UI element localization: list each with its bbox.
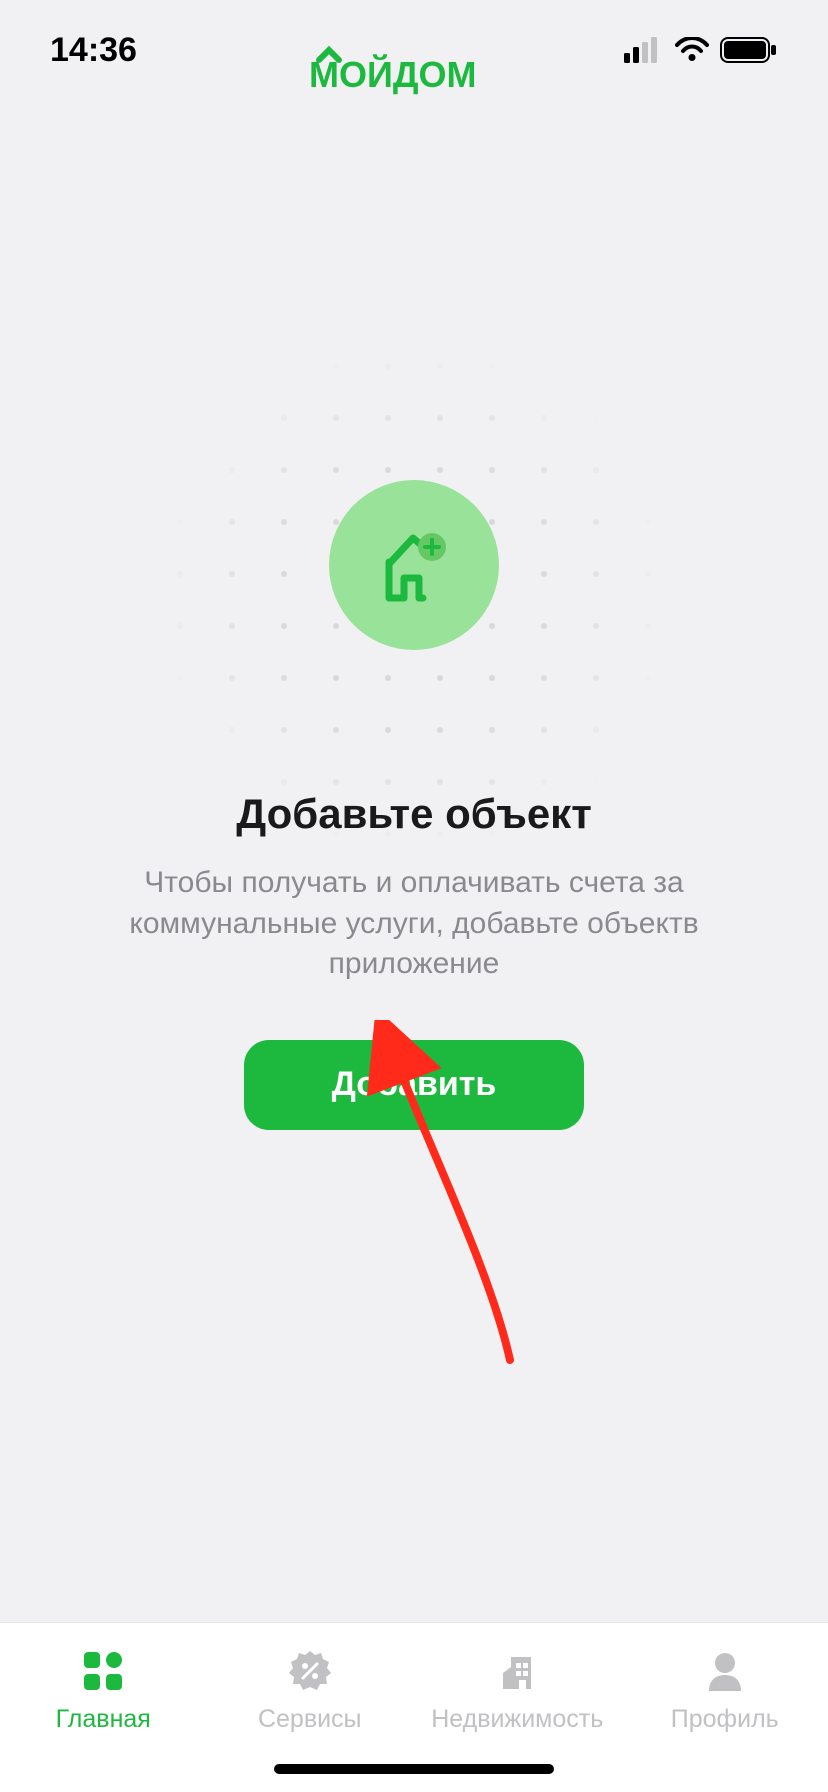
building-icon	[491, 1645, 543, 1697]
add-object-illustration	[329, 480, 499, 650]
tab-property[interactable]: Недвижимость	[431, 1645, 603, 1734]
status-time: 14:36	[50, 31, 137, 70]
main-content: Добавьте объект Чтобы получать и оплачив…	[0, 100, 828, 1130]
tab-profile[interactable]: Профиль	[640, 1645, 810, 1734]
tab-label: Сервисы	[258, 1705, 362, 1734]
discount-badge-icon	[284, 1645, 336, 1697]
grid-icon	[77, 1645, 129, 1697]
wifi-icon	[674, 37, 710, 63]
tab-label: Недвижимость	[431, 1705, 603, 1734]
tab-services[interactable]: Сервисы	[225, 1645, 395, 1734]
tab-bar: Главная Сервисы Недвижимость	[0, 1622, 828, 1792]
app-logo: МОЙДОМ	[309, 35, 519, 100]
annotation-arrow	[350, 1020, 570, 1380]
house-plus-icon	[369, 520, 459, 610]
battery-icon	[720, 36, 778, 64]
status-bar: 14:36 МОЙДОМ	[0, 0, 828, 100]
empty-state-subtext: Чтобы получать и оплачивать счета за ком…	[0, 863, 828, 985]
empty-state-heading: Добавьте объект	[236, 790, 592, 838]
tab-label: Профиль	[671, 1705, 779, 1734]
cellular-signal-icon	[624, 37, 664, 63]
tab-home[interactable]: Главная	[18, 1645, 188, 1734]
tab-label: Главная	[56, 1705, 151, 1734]
svg-text:МОЙДОМ: МОЙДОМ	[309, 53, 477, 95]
profile-icon	[699, 1645, 751, 1697]
home-indicator[interactable]	[274, 1764, 554, 1774]
status-icons	[624, 36, 778, 64]
